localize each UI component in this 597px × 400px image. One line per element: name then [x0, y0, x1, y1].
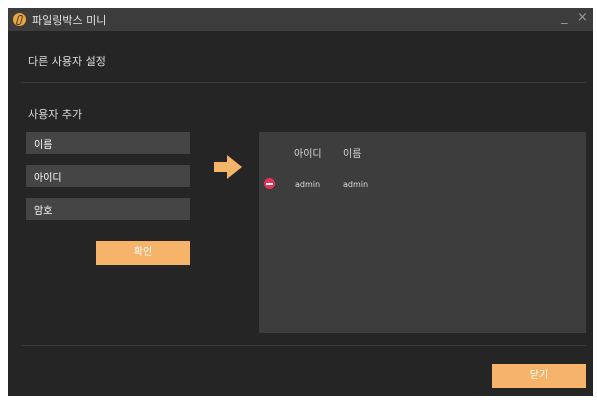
id-field-placeholder: 아이디	[34, 173, 62, 184]
title-bar: 파일링박스 미니 _ ×	[8, 8, 593, 31]
row-user-name: admin	[343, 180, 369, 189]
name-field-placeholder: 이름	[34, 140, 53, 151]
row-user-id: admin	[295, 180, 321, 189]
app-logo-icon	[13, 13, 26, 26]
footer-divider	[21, 345, 586, 346]
window-title: 파일링박스 미니	[32, 14, 107, 27]
user-list-panel: 아이디 이름 admin admin	[259, 132, 586, 333]
password-field-placeholder: 암호	[34, 206, 53, 217]
app-window: 파일링박스 미니 _ × 다른 사용자 설정 사용자 추가 이름 아이디 암호 …	[8, 8, 593, 396]
minimize-button[interactable]: _	[561, 11, 568, 25]
divider	[21, 82, 586, 83]
password-field[interactable]: 암호	[26, 198, 190, 220]
page-title: 다른 사용자 설정	[28, 55, 106, 68]
arrow-right-icon	[214, 155, 242, 179]
column-header-id: 아이디	[294, 149, 322, 160]
close-button[interactable]: 닫기	[492, 364, 586, 388]
add-user-heading: 사용자 추가	[28, 108, 83, 121]
name-field[interactable]: 이름	[26, 132, 190, 154]
column-header-name: 이름	[343, 149, 362, 160]
confirm-button[interactable]: 확인	[96, 241, 190, 265]
remove-icon[interactable]	[264, 178, 275, 189]
id-field[interactable]: 아이디	[26, 165, 190, 187]
window-close-button[interactable]: ×	[577, 11, 588, 25]
